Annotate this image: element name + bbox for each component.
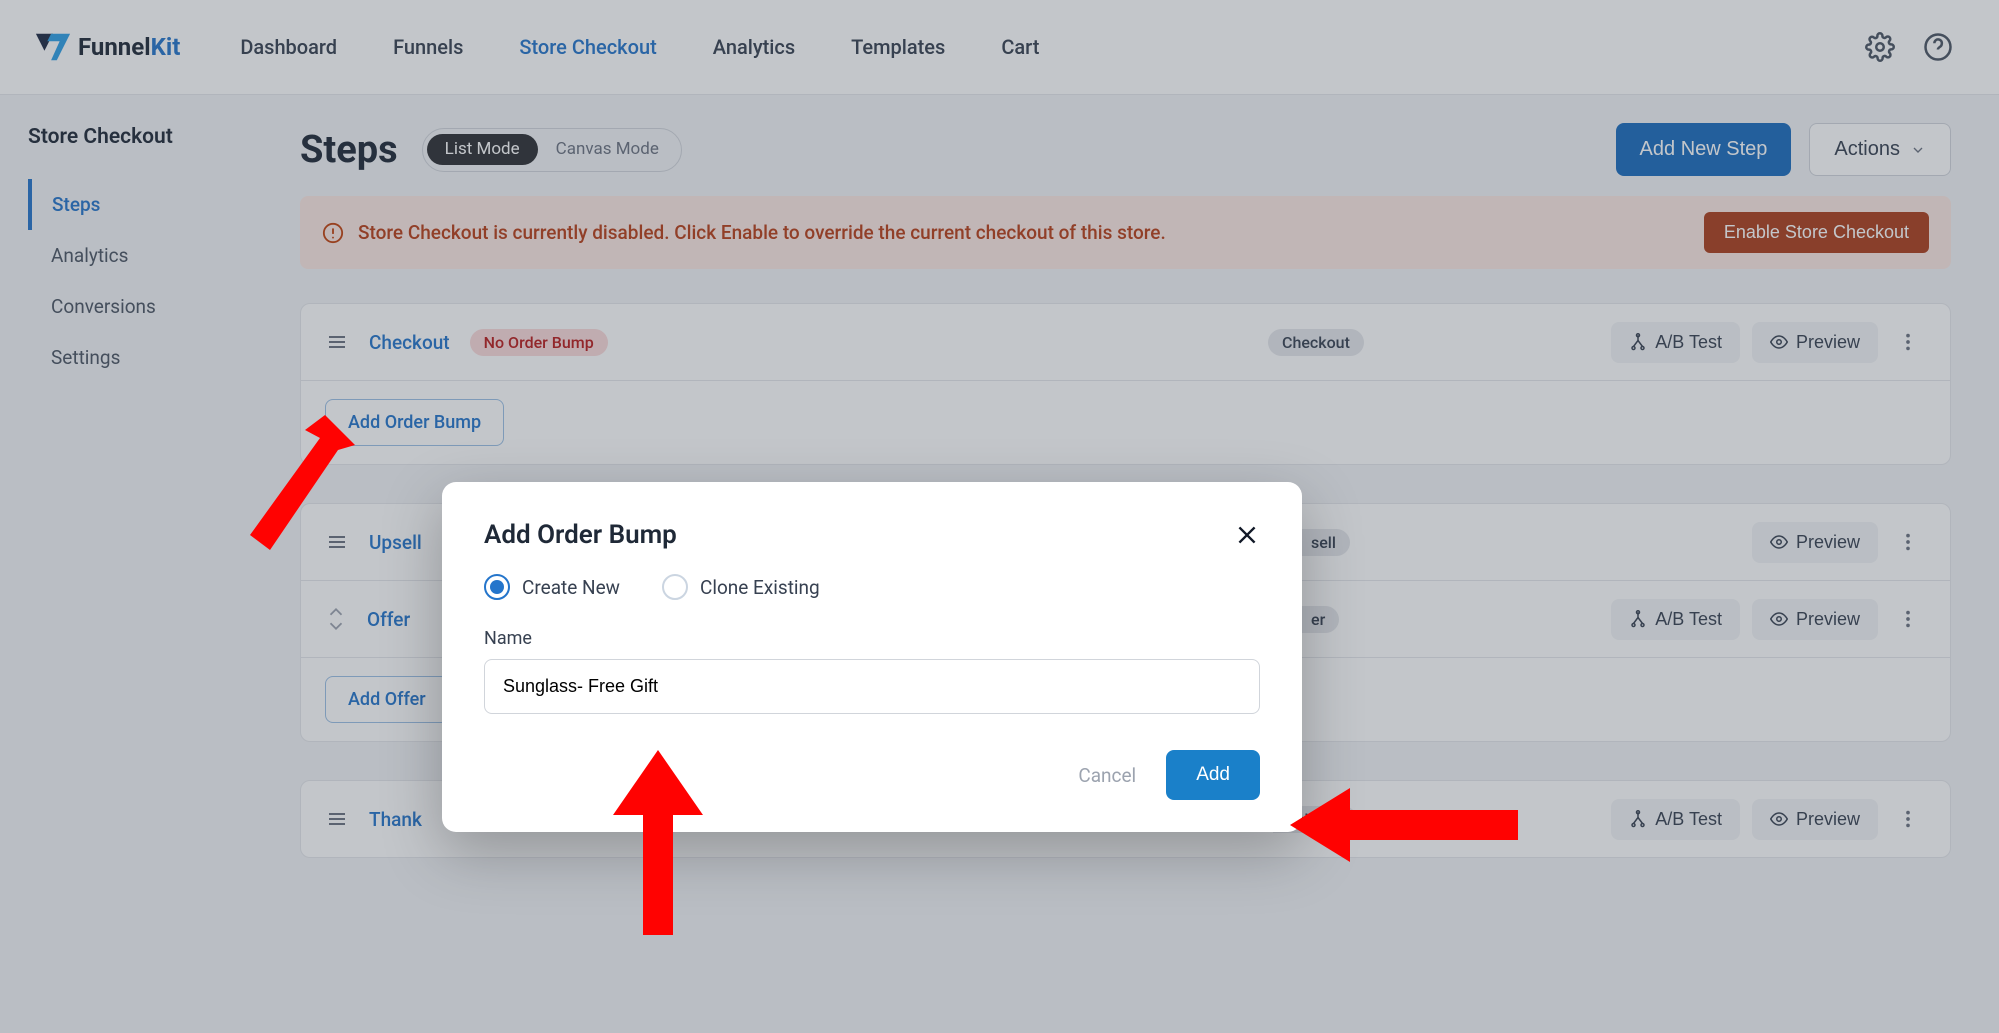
drag-icon[interactable] (325, 530, 349, 554)
checkout-add-row: Add Order Bump (301, 381, 1950, 464)
alert-text: Store Checkout is currently disabled. Cl… (358, 221, 1704, 244)
no-order-bump-pill: No Order Bump (470, 329, 608, 356)
thankyou-menu[interactable] (1890, 797, 1926, 841)
primary-nav: Dashboard Funnels Store Checkout Analyti… (240, 35, 1039, 59)
split-icon (1629, 610, 1647, 628)
logo-icon (34, 28, 72, 66)
modal-footer: Cancel Add (484, 750, 1260, 800)
sidebar-item-conversions[interactable]: Conversions (28, 281, 300, 332)
eye-icon (1770, 533, 1788, 551)
warning-alert: Store Checkout is currently disabled. Cl… (300, 196, 1951, 269)
sidebar-item-analytics[interactable]: Analytics (28, 230, 300, 281)
checkout-ab-test-button[interactable]: A/B Test (1611, 322, 1740, 363)
upsell-preview-button[interactable]: Preview (1752, 522, 1878, 563)
nav-templates[interactable]: Templates (851, 35, 945, 59)
preview-label: Preview (1796, 532, 1860, 553)
preview-label: Preview (1796, 809, 1860, 830)
modal-title: Add Order Bump (484, 520, 677, 550)
list-mode-pill[interactable]: List Mode (427, 134, 538, 165)
offer-menu[interactable] (1890, 597, 1926, 641)
logo-text-accent: Kit (151, 33, 181, 61)
sidebar-item-steps[interactable]: Steps (28, 179, 300, 230)
add-order-bump-button[interactable]: Add Order Bump (325, 399, 504, 446)
drag-icon[interactable] (325, 807, 349, 831)
eye-icon (1770, 810, 1788, 828)
thankyou-link[interactable]: Thank (369, 808, 422, 831)
ab-test-label: A/B Test (1655, 609, 1722, 630)
offer-link[interactable]: Offer (367, 608, 410, 631)
modal-header: Add Order Bump (484, 520, 1260, 550)
sidebar: Store Checkout Steps Analytics Conversio… (0, 95, 300, 1033)
brand-logo: FunnelKit (34, 28, 180, 66)
checkout-card: Checkout No Order Bump Checkout A/B Test… (300, 303, 1951, 465)
close-icon[interactable] (1234, 522, 1260, 548)
upsell-type-badge: sell (1297, 529, 1350, 556)
help-icon[interactable] (1923, 32, 1953, 62)
cancel-button[interactable]: Cancel (1078, 764, 1136, 787)
logo-text-main: Funnel (78, 33, 151, 61)
checkout-preview-button[interactable]: Preview (1752, 322, 1878, 363)
header-buttons: Add New Step Actions (1616, 123, 1951, 176)
radio-label: Create New (522, 576, 620, 599)
nav-analytics[interactable]: Analytics (713, 35, 795, 59)
header-actions (1865, 32, 1965, 62)
sidebar-item-settings[interactable]: Settings (28, 332, 300, 383)
sort-arrows-icon[interactable] (325, 605, 347, 633)
page-title: Steps (300, 128, 398, 172)
chevron-down-icon (1910, 142, 1926, 158)
ab-test-label: A/B Test (1655, 809, 1722, 830)
eye-icon (1770, 333, 1788, 351)
nav-dashboard[interactable]: Dashboard (240, 35, 337, 59)
preview-label: Preview (1796, 609, 1860, 630)
checkout-link[interactable]: Checkout (369, 331, 450, 354)
add-offer-button[interactable]: Add Offer (325, 676, 449, 723)
checkout-type-badge: Checkout (1268, 329, 1364, 356)
radio-icon (662, 574, 688, 600)
offer-preview-button[interactable]: Preview (1752, 599, 1878, 640)
name-input[interactable] (484, 659, 1260, 714)
actions-button[interactable]: Actions (1809, 123, 1951, 176)
enable-store-checkout-button[interactable]: Enable Store Checkout (1704, 212, 1929, 253)
settings-icon[interactable] (1865, 32, 1895, 62)
sidebar-title: Store Checkout (28, 125, 300, 149)
upsell-menu[interactable] (1890, 520, 1926, 564)
add-button[interactable]: Add (1166, 750, 1260, 800)
radio-create-new[interactable]: Create New (484, 574, 620, 600)
main-header: Steps List Mode Canvas Mode Add New Step… (300, 123, 1951, 176)
offer-ab-test-button[interactable]: A/B Test (1611, 599, 1740, 640)
nav-cart[interactable]: Cart (1001, 35, 1039, 59)
top-header: FunnelKit Dashboard Funnels Store Checko… (0, 0, 1999, 95)
actions-label: Actions (1834, 138, 1900, 161)
radio-icon (484, 574, 510, 600)
nav-funnels[interactable]: Funnels (393, 35, 463, 59)
split-icon (1629, 810, 1647, 828)
canvas-mode-pill[interactable]: Canvas Mode (538, 134, 677, 165)
preview-label: Preview (1796, 332, 1860, 353)
upsell-link[interactable]: Upsell (369, 531, 422, 554)
radio-group: Create New Clone Existing (484, 574, 1260, 600)
thankyou-preview-button[interactable]: Preview (1752, 799, 1878, 840)
drag-icon[interactable] (325, 330, 349, 354)
split-icon (1629, 333, 1647, 351)
alert-icon (322, 222, 344, 244)
radio-clone-existing[interactable]: Clone Existing (662, 574, 820, 600)
offer-type-badge: er (1297, 606, 1339, 633)
mode-toggle: List Mode Canvas Mode (422, 128, 682, 172)
ab-test-label: A/B Test (1655, 332, 1722, 353)
radio-label: Clone Existing (700, 576, 820, 599)
eye-icon (1770, 610, 1788, 628)
add-step-button[interactable]: Add New Step (1616, 123, 1792, 176)
add-order-bump-modal: Add Order Bump Create New Clone Existing… (442, 482, 1302, 832)
thankyou-ab-test-button[interactable]: A/B Test (1611, 799, 1740, 840)
checkout-row: Checkout No Order Bump Checkout A/B Test… (301, 304, 1950, 381)
nav-store-checkout[interactable]: Store Checkout (519, 35, 656, 59)
checkout-menu[interactable] (1890, 320, 1926, 364)
name-field-label: Name (484, 628, 1260, 649)
